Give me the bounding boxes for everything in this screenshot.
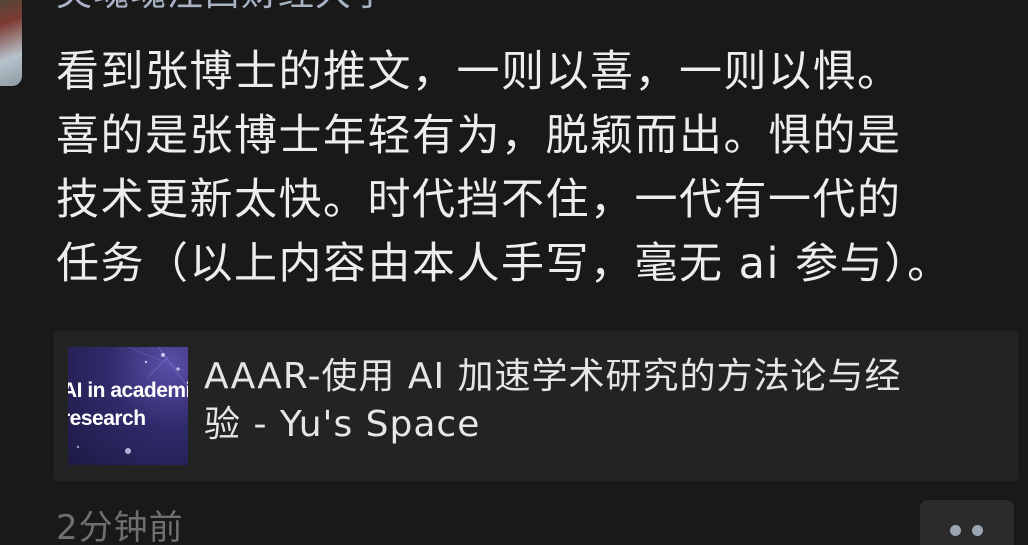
post-text-line: 喜的是张博士年轻有为，脱颖而出。惧的是	[56, 111, 902, 161]
thumbnail-caption: research	[68, 407, 146, 430]
post-text-line: 任务（以上内容由本人手写，毫无 ai 参与）。	[56, 239, 952, 289]
post-text-line: 技术更新太快。时代挡不住，一代有一代的	[56, 175, 902, 225]
link-title-line: 验 - Yu's Space	[204, 404, 481, 445]
post-text: 看到张博士的推文，一则以喜，一则以惧。 喜的是张博士年轻有为，脱颖而出。惧的是 …	[56, 40, 1021, 296]
moment-post: 荧魂魂注西财经大学 看到张博士的推文，一则以喜，一则以惧。 喜的是张博士年轻有为…	[0, 0, 1028, 545]
more-actions-button[interactable]	[920, 500, 1014, 545]
link-title[interactable]: AAAR-使用 AI 加速学术研究的方法论与经 验 - Yu's Space	[204, 353, 1004, 449]
author-name[interactable]: 荧魂魂注西财经大学	[56, 0, 389, 16]
avatar[interactable]	[0, 0, 22, 86]
more-dots-icon	[950, 525, 961, 536]
shared-link-card[interactable]: AI in academic research AAAR-使用 AI 加速学术研…	[54, 331, 1018, 481]
post-timestamp: 2分钟前	[56, 508, 184, 545]
link-thumbnail: AI in academic research	[68, 347, 188, 465]
link-title-line: AAAR-使用 AI 加速学术研究的方法论与经	[204, 356, 902, 397]
thumbnail-caption: AI in academic	[68, 379, 188, 402]
more-dots-icon	[972, 525, 983, 536]
network-pattern-icon	[76, 347, 188, 454]
post-text-line: 看到张博士的推文，一则以喜，一则以惧。	[56, 47, 902, 97]
